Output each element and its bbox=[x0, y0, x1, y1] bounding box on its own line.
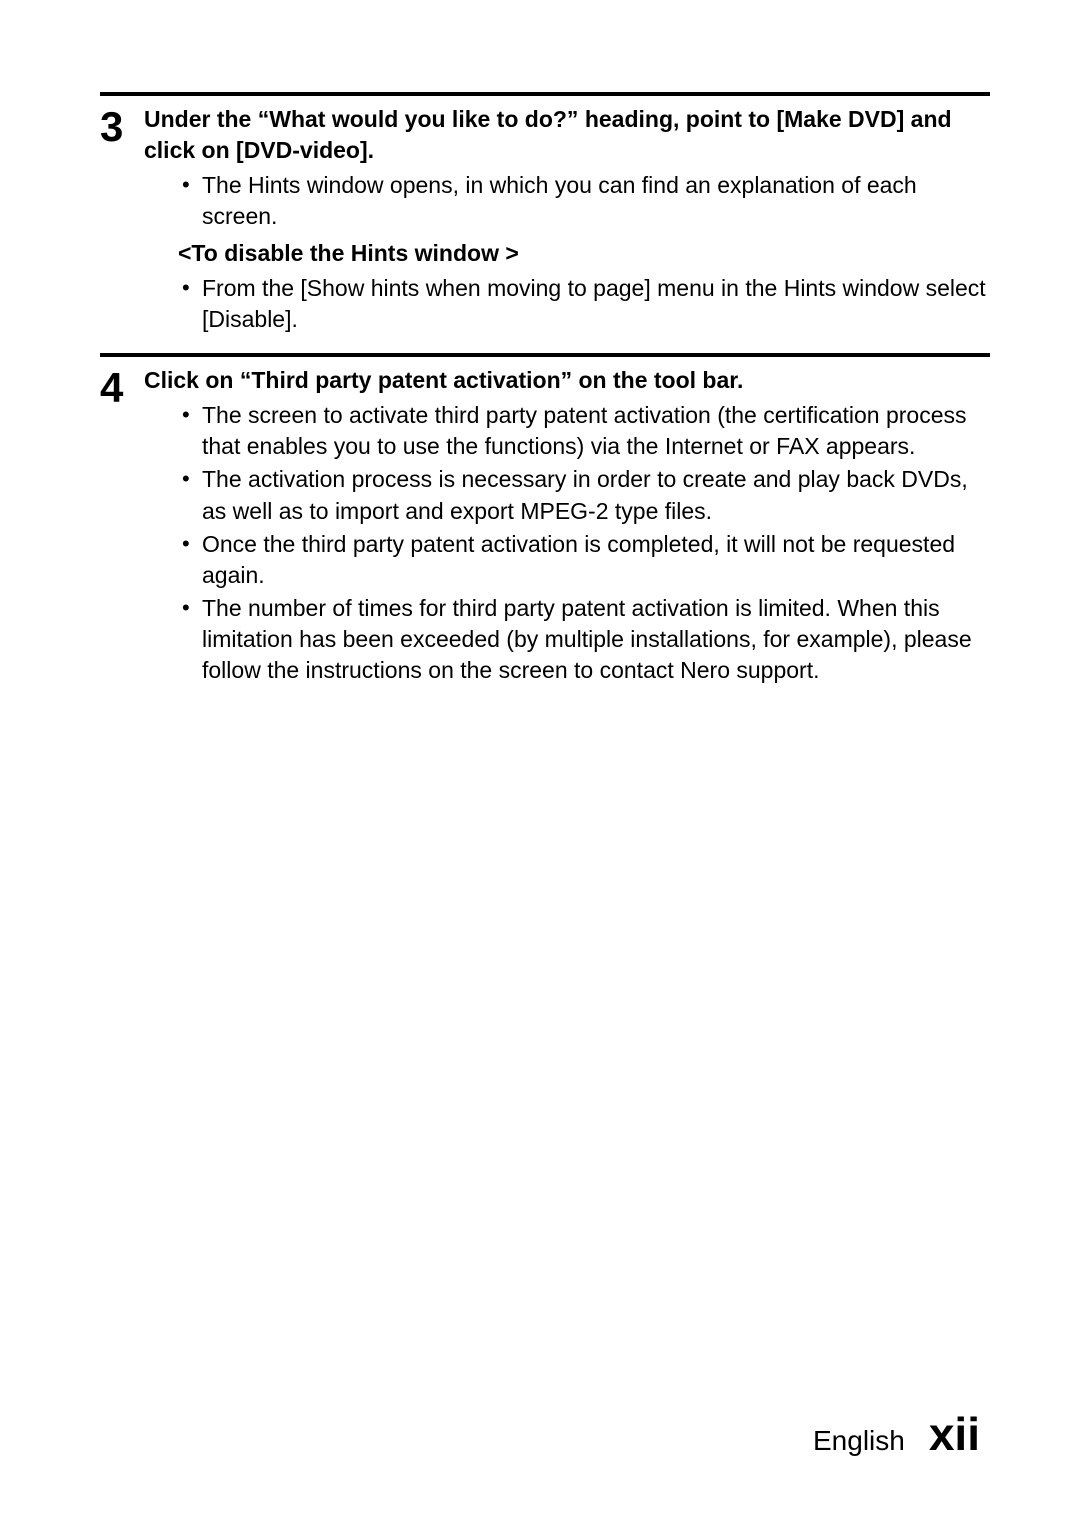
step-body: Click on “Third party patent activation”… bbox=[144, 365, 990, 687]
footer-page-number: xii bbox=[929, 1407, 980, 1461]
bullet-list: From the [Show hints when moving to page… bbox=[178, 273, 990, 335]
list-item: The Hints window opens, in which you can… bbox=[178, 170, 990, 232]
step-heading: Under the “What would you like to do?” h… bbox=[144, 104, 990, 166]
divider bbox=[100, 92, 990, 96]
step-3: 3 Under the “What would you like to do?”… bbox=[100, 104, 990, 337]
divider bbox=[100, 353, 990, 357]
list-item: The screen to activate third party paten… bbox=[178, 400, 990, 462]
page-footer: English xii bbox=[813, 1407, 980, 1461]
sub-heading: <To disable the Hints window > bbox=[178, 238, 990, 269]
footer-language: English bbox=[813, 1425, 905, 1457]
list-item: The activation process is necessary in o… bbox=[178, 464, 990, 526]
list-item: Once the third party patent activation i… bbox=[178, 529, 990, 591]
document-page: 3 Under the “What would you like to do?”… bbox=[0, 0, 1080, 1521]
step-4: 4 Click on “Third party patent activatio… bbox=[100, 365, 990, 687]
step-number: 4 bbox=[100, 365, 144, 409]
step-body: Under the “What would you like to do?” h… bbox=[144, 104, 990, 337]
bullet-list: The Hints window opens, in which you can… bbox=[178, 170, 990, 232]
list-item: From the [Show hints when moving to page… bbox=[178, 273, 990, 335]
bullet-list: The screen to activate third party paten… bbox=[178, 400, 990, 685]
step-number: 3 bbox=[100, 104, 144, 148]
step-heading: Click on “Third party patent activation”… bbox=[144, 365, 990, 396]
list-item: The number of times for third party pate… bbox=[178, 593, 990, 686]
